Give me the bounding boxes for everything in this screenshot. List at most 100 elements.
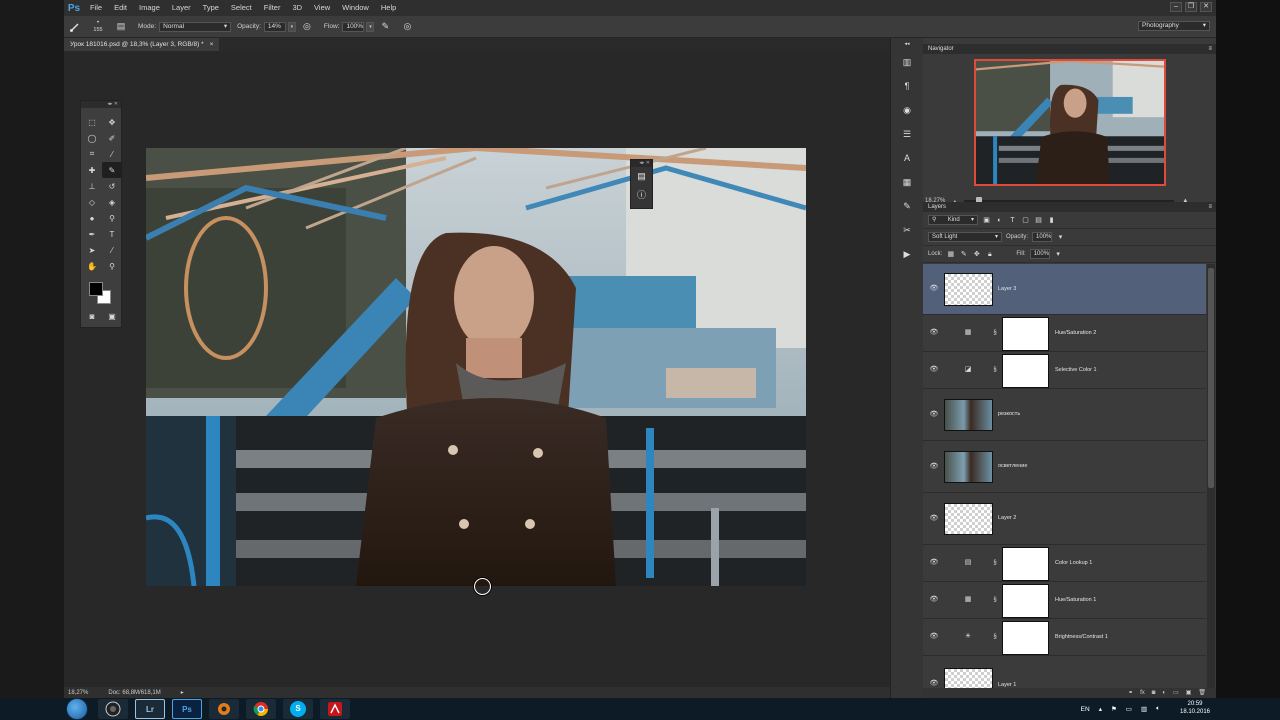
eye-icon[interactable]: 👁︎ [929,462,939,472]
foreground-color-swatch[interactable] [89,282,103,296]
dodge-tool-icon[interactable]: ⚲ [102,210,122,226]
menu-view[interactable]: View [308,0,336,16]
line-tool-icon[interactable]: ⁄ [102,242,122,258]
opacity-slider-icon[interactable]: ▾ [1056,233,1065,242]
lasso-tool-icon[interactable]: ◯ [82,130,102,146]
filter-toggle-icon[interactable]: ▮ [1047,216,1056,225]
history-brush-tool-icon[interactable]: ↺ [102,178,122,194]
mini-panel-header[interactable]: ◂▸ ✕ [631,160,652,167]
mode-select[interactable]: Normal ▾ [159,21,232,32]
menu-image[interactable]: Image [133,0,166,16]
fill-field[interactable]: 100% [1029,249,1050,259]
info-icon[interactable]: ⓘ [631,185,652,203]
3d-panel-icon[interactable]: ◉ [891,98,923,122]
eye-icon[interactable]: 👁︎ [929,558,939,568]
layer-mask-thumbnail[interactable] [1002,547,1049,581]
lock-all-icon[interactable]: 🔒︎ [985,250,994,259]
taskbar-app-acrobat-icon[interactable] [320,699,350,719]
document-tab-close-icon[interactable]: × [210,38,214,51]
layers-scrollbar[interactable] [1207,264,1215,688]
status-zoom[interactable]: 18,27% [68,690,88,696]
menu-3d[interactable]: 3D [286,0,308,16]
menu-help[interactable]: Help [375,0,402,16]
clone-stamp-tool-icon[interactable]: ⊥ [82,178,102,194]
layer-row-color-lookup-1[interactable]: 👁︎ ▤ § Color Lookup 1 [923,545,1206,582]
quick-selection-tool-icon[interactable]: ✐ [102,130,122,146]
eye-icon[interactable]: 👁︎ [929,514,939,524]
layer-row-brightness-contrast-1[interactable]: 👁︎ ☀ § Brightness/Contrast 1 [923,619,1206,656]
language-indicator[interactable]: EN [1081,706,1090,713]
close-button[interactable]: ✕ [1200,2,1212,12]
navigator-title-bar[interactable]: Navigator ≡ [923,44,1216,54]
flow-field[interactable]: 100% [342,21,365,32]
crop-tool-icon[interactable]: ⌗ [82,146,102,162]
brush-panel-icon[interactable]: ✎ [891,194,923,218]
taskbar-app-skype[interactable]: S [283,699,313,719]
layers-title-bar[interactable]: Layers ≡ [923,202,1216,212]
layer-row-hue-saturation-2[interactable]: 👁︎ ▦ § Hue/Saturation 2 [923,315,1206,352]
brush-panel-toggle-icon[interactable]: ▤ [114,20,128,34]
new-group-icon[interactable]: ▭ [1173,688,1179,698]
document-tab[interactable]: Урок 181016.psd @ 18,3% (Layer 3, RGB/8)… [64,38,220,51]
delete-layer-icon[interactable]: 🗑︎ [1198,688,1206,698]
link-layers-icon[interactable]: ⚭ [1128,688,1133,698]
menu-type[interactable]: Type [197,0,225,16]
filter-type-icon[interactable]: T [1008,216,1017,225]
eye-icon[interactable]: 👁︎ [929,328,939,338]
layer-mask-thumbnail[interactable] [1002,354,1049,388]
layer-row-layer-2[interactable]: 👁︎ Layer 2 [923,493,1206,545]
brush-tool-icon[interactable]: ✎ [102,162,122,178]
layer-row-dodge[interactable]: 👁︎ осветление [923,441,1206,493]
lock-paint-icon[interactable]: ✎ [959,250,968,259]
eraser-tool-icon[interactable]: ◇ [82,194,102,210]
chain-link-icon[interactable]: § [991,595,999,605]
tools-panel-header[interactable]: ◂▸ ✕ [81,101,121,108]
filter-adjustment-icon[interactable]: ◐ [995,216,1004,225]
layer-row-selective-color-1[interactable]: 👁︎ ◪ § Selective Color 1 [923,352,1206,389]
layer-mask-thumbnail[interactable] [1002,584,1049,618]
pen-tool-icon[interactable]: ✒ [82,226,102,242]
restore-button[interactable]: ❐ [1185,2,1197,12]
volume-icon[interactable]: 🔈︎ [1156,705,1160,713]
move-tool-icon[interactable]: ✥ [102,114,122,130]
chain-link-icon[interactable]: § [991,558,999,568]
layer-row-sharpness[interactable]: 👁︎ резкость [923,389,1206,441]
properties-panel-icon[interactable]: ☰ [891,122,923,146]
status-arrow-icon[interactable]: ▸ [181,689,184,696]
screen-mode-icon[interactable]: ▣ [102,308,122,324]
actions-panel-icon[interactable]: ▶ [891,242,923,266]
layer-row-layer-1[interactable]: 👁︎ Layer 1 [923,656,1206,688]
new-adjustment-layer-icon[interactable]: ◐ [1162,688,1166,698]
taskbar-app-chrome-icon[interactable] [246,699,276,719]
taskbar-app-settings-icon[interactable] [209,699,239,719]
menu-file[interactable]: File [84,0,108,16]
paragraph-panel-icon[interactable]: ¶ [891,74,923,98]
menu-window[interactable]: Window [336,0,375,16]
add-mask-icon[interactable]: ◙ [1152,688,1156,698]
start-button[interactable] [66,698,88,720]
chain-link-icon[interactable]: § [991,632,999,642]
flow-dropdown-button[interactable]: ▾ [366,21,375,32]
layer-row-layer-3[interactable]: 👁︎ Layer 3 [923,264,1206,315]
eye-icon[interactable]: 👁︎ [929,595,939,605]
pressure-size-icon[interactable]: ◎ [400,20,414,34]
menu-select[interactable]: Select [225,0,258,16]
eyedropper-tool-icon[interactable]: ⁄ [102,146,122,162]
layers-scrollbar-thumb[interactable] [1208,268,1214,488]
quick-mask-icon[interactable]: ◙ [82,308,102,324]
zoom-tool-icon[interactable]: ⚲ [102,258,122,274]
hand-tool-icon[interactable]: ✋ [82,258,102,274]
minimize-button[interactable]: – [1170,2,1182,12]
tray-expand-icon[interactable]: ▴ [1099,705,1102,713]
marquee-tool-icon[interactable]: ⬚ [82,114,102,130]
eye-icon[interactable]: 👁︎ [929,679,939,688]
layer-row-hue-saturation-1[interactable]: 👁︎ ▦ § Hue/Saturation 1 [923,582,1206,619]
adjustments-icon[interactable]: ▤ [631,167,652,185]
filter-smart-object-icon[interactable]: ▤ [1034,216,1043,225]
layer-mask-thumbnail[interactable] [1002,317,1049,351]
blur-tool-icon[interactable]: ● [82,210,102,226]
strip-collapse-icon[interactable]: ◂◂ [891,38,923,50]
taskbar-app-lightroom[interactable]: Lr [135,699,165,719]
chain-link-icon[interactable]: § [991,328,999,338]
display-icon[interactable]: ▭ [1126,705,1132,713]
